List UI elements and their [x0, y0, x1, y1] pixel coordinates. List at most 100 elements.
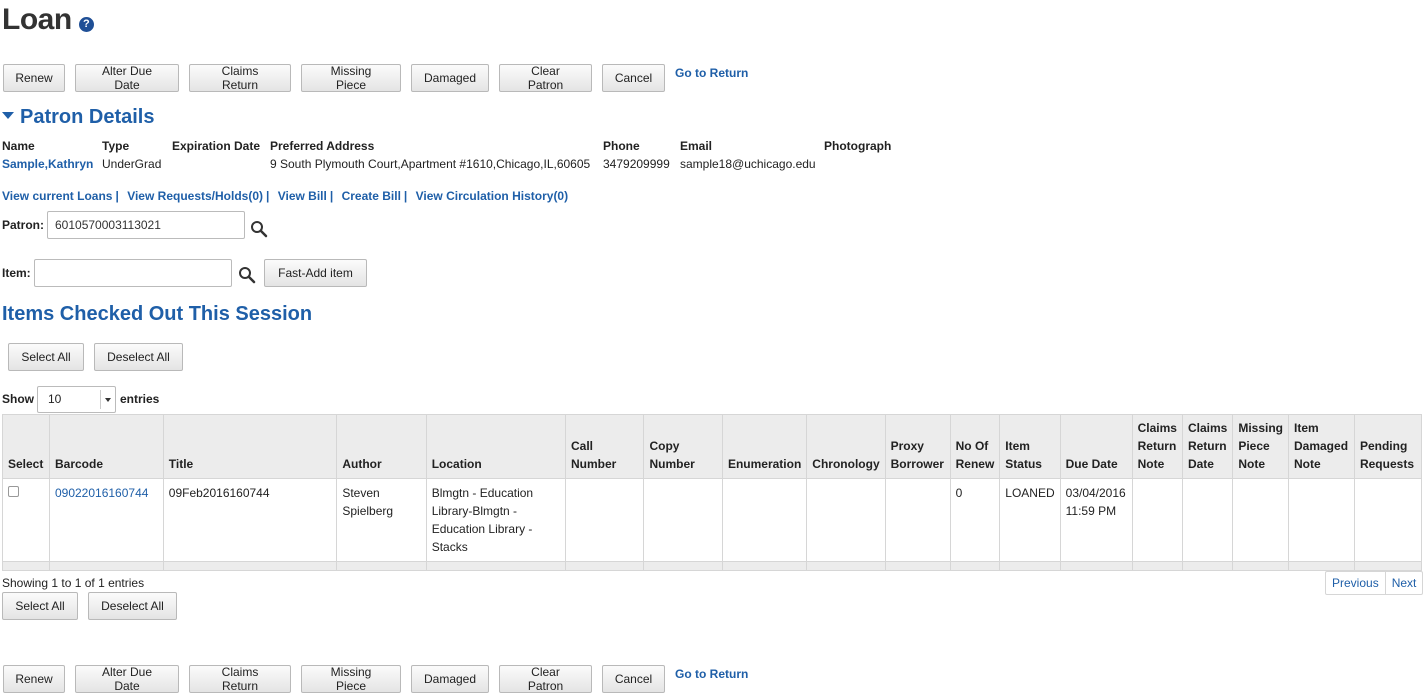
th-claims-return-date[interactable]: Claims Return Date: [1181, 414, 1234, 479]
col-name-header: Name: [2, 139, 35, 153]
th-no-of-renew[interactable]: No Of Renew: [949, 414, 1001, 479]
missing-piece-button-bottom[interactable]: Missing Piece: [301, 665, 401, 693]
next-page-link[interactable]: Next: [1384, 572, 1423, 594]
collapse-arrow-icon[interactable]: [2, 112, 14, 120]
link-separator: |: [115, 189, 119, 203]
row-select-checkbox[interactable]: [8, 486, 19, 497]
select-all-button-top[interactable]: Select All: [8, 343, 84, 371]
barcode-link[interactable]: 09022016160744: [55, 486, 148, 500]
go-to-return-link[interactable]: Go to Return: [675, 66, 748, 80]
th-barcode[interactable]: Barcode: [48, 414, 164, 479]
th-due-date[interactable]: Due Date: [1059, 414, 1133, 479]
cell-barcode: 09022016160744: [48, 478, 164, 562]
patron-photograph: [824, 155, 891, 173]
th-author[interactable]: Author: [336, 414, 427, 479]
cell-item-status: LOANED: [999, 478, 1061, 562]
col-phone-header: Phone: [603, 139, 640, 153]
th-title[interactable]: Title: [162, 414, 338, 479]
patron-type: UnderGrad: [102, 157, 162, 171]
alter-due-date-button-bottom[interactable]: Alter Due Date: [75, 665, 179, 693]
entries-label: entries: [120, 392, 160, 406]
clear-patron-button[interactable]: Clear Patron: [499, 64, 592, 92]
alter-due-date-button[interactable]: Alter Due Date: [75, 64, 179, 92]
damaged-button-bottom[interactable]: Damaged: [411, 665, 489, 693]
items-table: Select Barcode Title Author Location Cal…: [2, 414, 1423, 571]
patron-email: sample18@uchicago.edu: [680, 157, 816, 171]
cell-no-of-renew: 0: [949, 478, 1001, 562]
th-item-status[interactable]: Item Status: [999, 414, 1061, 479]
cell-location: Blmgtn - Education Library-Blmgtn - Educ…: [425, 478, 566, 562]
renew-button-bottom[interactable]: Renew: [3, 665, 65, 693]
th-enumeration[interactable]: Enumeration: [721, 414, 808, 479]
link-separator: |: [329, 189, 334, 203]
th-call-number[interactable]: Call Number: [564, 414, 645, 479]
th-location[interactable]: Location: [425, 414, 566, 479]
patron-links: View current Loans | View Requests/Holds(…: [2, 189, 568, 203]
deselect-all-button-bottom[interactable]: Deselect All: [88, 592, 177, 620]
cell-enumeration: [721, 478, 808, 562]
patron-field-label: Patron:: [2, 218, 44, 232]
page-size-value: 10: [48, 392, 62, 406]
cancel-button-bottom[interactable]: Cancel: [602, 665, 665, 693]
showing-entries-info: Showing 1 to 1 of 1 entries: [2, 576, 145, 590]
page-title-text: Loan: [2, 3, 72, 36]
go-to-return-link-bottom[interactable]: Go to Return: [675, 667, 748, 681]
th-item-damaged-note[interactable]: Item Damaged Note: [1288, 414, 1355, 479]
th-missing-piece-note[interactable]: Missing Piece Note: [1232, 414, 1289, 479]
item-input[interactable]: [34, 259, 232, 287]
view-bill-link[interactable]: View Bill: [278, 189, 327, 203]
patron-input[interactable]: [47, 211, 245, 239]
patron-name-link[interactable]: Sample,Kathryn: [2, 155, 93, 173]
col-photograph-header: Photograph: [824, 139, 892, 153]
chevron-down-icon: [105, 398, 111, 402]
link-separator: |: [403, 189, 408, 203]
th-select: Select: [2, 414, 50, 479]
clear-patron-button-bottom[interactable]: Clear Patron: [499, 665, 592, 693]
previous-page-link[interactable]: Previous: [1326, 572, 1385, 594]
cancel-button[interactable]: Cancel: [602, 64, 665, 92]
cell-claims-return-note: [1131, 478, 1183, 562]
link-separator: |: [266, 189, 270, 203]
patron-address: 9 South Plymouth Court,Apartment #1610,C…: [270, 157, 591, 171]
th-chronology[interactable]: Chronology: [806, 414, 886, 479]
claims-return-button-bottom[interactable]: Claims Return: [189, 665, 291, 693]
th-pending-requests[interactable]: Pending Requests: [1353, 414, 1423, 479]
damaged-button[interactable]: Damaged: [411, 64, 489, 92]
cell-due-date: 03/04/2016 11:59 PM: [1059, 478, 1133, 562]
page-size-select[interactable]: 10: [37, 386, 116, 413]
view-current-loans-link[interactable]: View current Loans: [2, 189, 112, 203]
create-bill-link[interactable]: Create Bill: [342, 189, 401, 203]
claims-return-button[interactable]: Claims Return: [189, 64, 291, 92]
cell-pending-requests: [1353, 478, 1423, 562]
patron-details-heading[interactable]: Patron Details: [2, 105, 154, 129]
th-proxy-borrower[interactable]: Proxy Borrower: [884, 414, 951, 479]
view-circulation-history-link[interactable]: View Circulation History(0): [416, 189, 568, 203]
item-search-icon[interactable]: [238, 266, 256, 284]
th-claims-return-note[interactable]: Claims Return Note: [1131, 414, 1183, 479]
patron-details-heading-text: Patron Details: [20, 106, 155, 128]
col-type-header: Type: [102, 139, 130, 153]
view-requests-holds-link[interactable]: View Requests/Holds(0): [127, 189, 263, 203]
patron-search-icon[interactable]: [250, 220, 268, 238]
select-all-button-bottom[interactable]: Select All: [2, 592, 78, 620]
help-icon[interactable]: ?: [78, 16, 94, 32]
patron-expiration-date: [172, 155, 260, 173]
fast-add-item-button[interactable]: Fast-Add item: [264, 259, 367, 287]
page-title: Loan ?: [2, 2, 94, 38]
cell-call-number: [564, 478, 645, 562]
show-label: Show: [2, 392, 34, 406]
cell-chronology: [806, 478, 886, 562]
cell-author: Steven Spielberg: [336, 478, 427, 562]
table-header-row: Select Barcode Title Author Location Cal…: [2, 414, 1423, 479]
cell-item-damaged-note: [1288, 478, 1355, 562]
col-expiration-header: Expiration Date: [172, 139, 261, 153]
table-row: 09022016160744 09Feb2016160744 Steven Sp…: [2, 478, 1423, 562]
missing-piece-button[interactable]: Missing Piece: [301, 64, 401, 92]
deselect-all-button-top[interactable]: Deselect All: [94, 343, 183, 371]
item-field-label: Item:: [2, 266, 31, 280]
select-divider: [100, 390, 101, 409]
renew-button[interactable]: Renew: [3, 64, 65, 92]
th-copy-number[interactable]: Copy Number: [643, 414, 723, 479]
items-checked-out-heading: Items Checked Out This Session: [2, 303, 313, 325]
col-email-header: Email: [680, 139, 713, 153]
